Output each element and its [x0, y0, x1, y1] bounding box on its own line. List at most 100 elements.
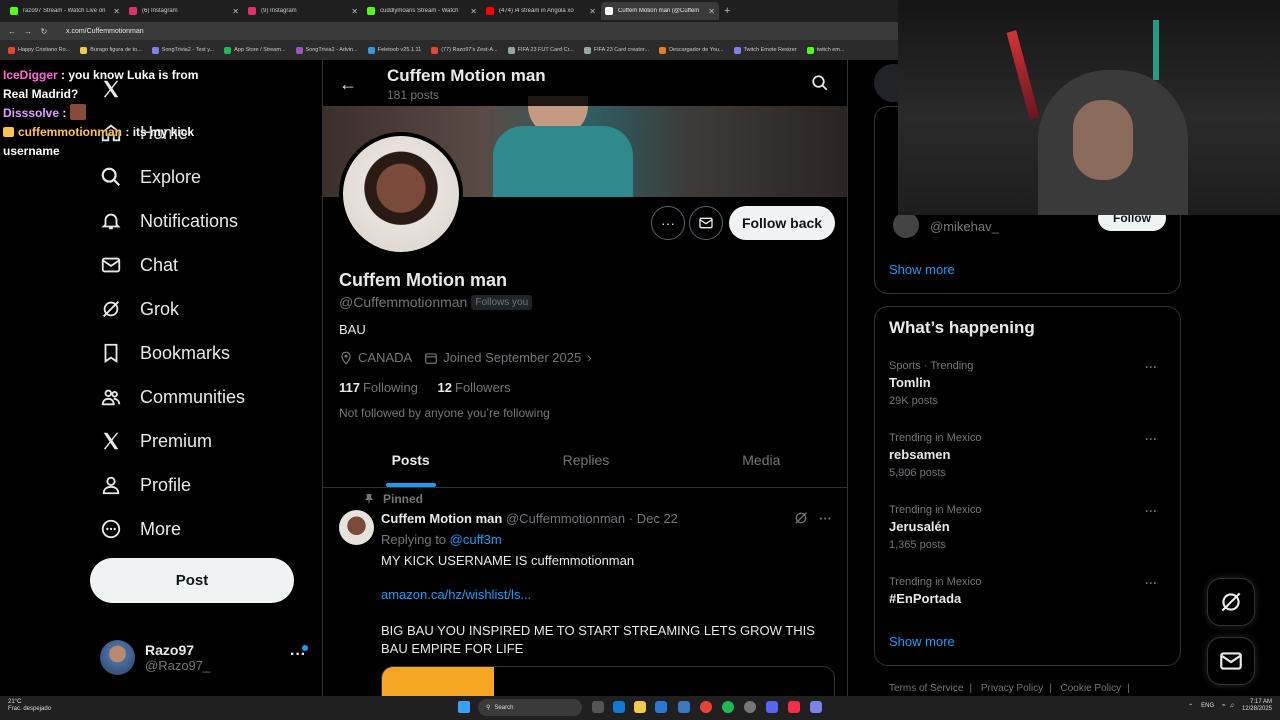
tab-posts[interactable]: Posts — [323, 432, 498, 487]
bookmark-item[interactable]: FIFA 23 Card creator... — [583, 46, 649, 54]
search-icon[interactable] — [811, 74, 829, 97]
discord-icon[interactable] — [766, 701, 778, 713]
suggested-user-handle[interactable]: @mikehav_ — [930, 219, 999, 234]
photos-icon[interactable] — [678, 701, 690, 713]
trend-item[interactable]: Trending in Mexico #EnPortada ··· — [889, 576, 1169, 606]
message-button[interactable] — [689, 206, 723, 240]
edge-icon[interactable] — [613, 701, 625, 713]
tweet-link[interactable]: amazon.ca/hz/wishlist/ls... — [381, 586, 831, 604]
bookmark-item[interactable]: Feletoob v25.1.11 — [367, 46, 421, 54]
browser-tab[interactable]: (9) Instagram ✕ — [244, 2, 362, 20]
nav-item-notifications[interactable]: Notifications — [100, 206, 238, 236]
tweet-more-icon[interactable]: ··· — [819, 511, 832, 526]
nav-item-communities[interactable]: Communities — [100, 382, 245, 412]
url-field[interactable]: x.com/Cuffemmotionman — [66, 28, 144, 35]
tweet-avatar[interactable] — [339, 510, 374, 545]
followers-link[interactable]: 12 Followers — [438, 380, 511, 395]
nav-item-bookmarks[interactable]: Bookmarks — [100, 338, 230, 368]
weather-widget[interactable]: 21°C Frac. despejado — [8, 699, 51, 713]
trend-item[interactable]: Trending in Mexico Jerusalén 1,365 posts ··… — [889, 504, 1169, 551]
music-icon[interactable] — [788, 701, 800, 713]
bookmark-item[interactable]: SongTrivia2 - Test y... — [151, 46, 214, 54]
bookmark-item[interactable]: (77) Razo97's Zest-A... — [431, 46, 498, 54]
browser-tab[interactable]: Cuffem Motion man (@Cuffem ✕ — [601, 2, 719, 20]
chevron-up-icon[interactable]: ⌃ — [1188, 703, 1193, 710]
close-icon[interactable]: ✕ — [113, 7, 120, 16]
volume-icon[interactable]: ♫ — [1229, 703, 1234, 709]
trend-item[interactable]: Sports · Trending Tomlin 29K posts ··· — [889, 360, 1169, 407]
file-explorer-icon[interactable] — [634, 701, 646, 713]
taskbar-search[interactable]: ⚲ Search — [478, 699, 582, 716]
messages-fab[interactable] — [1207, 637, 1255, 685]
task-view-icon[interactable] — [592, 701, 604, 713]
follow-back-button[interactable]: Follow back — [729, 206, 835, 240]
close-icon[interactable]: ✕ — [708, 7, 715, 16]
post-button[interactable]: Post — [90, 558, 294, 603]
show-more-link[interactable]: Show more — [889, 262, 955, 277]
new-tab-icon[interactable]: + — [724, 5, 730, 17]
show-more-trends-link[interactable]: Show more — [889, 634, 955, 649]
nav-item-chat[interactable]: Chat — [100, 250, 178, 280]
windows-start-icon[interactable] — [458, 701, 470, 713]
browser-tab[interactable]: (6) Instagram ✕ — [125, 2, 243, 20]
replying-mention[interactable]: @cuff3m — [450, 532, 502, 547]
trend-more-icon[interactable]: ··· — [1145, 432, 1157, 446]
teams-icon[interactable] — [810, 701, 822, 713]
store-icon[interactable] — [655, 701, 667, 713]
close-icon[interactable]: ✕ — [470, 7, 477, 16]
bookmark-item[interactable]: Happy Cristiano Ro... — [8, 46, 70, 54]
nav-item-premium[interactable]: Premium — [100, 426, 212, 456]
close-icon[interactable]: ✕ — [589, 7, 596, 16]
browser-tab[interactable]: cuddlymoans Stream - Watch ✕ — [363, 2, 481, 20]
back-arrow-icon[interactable]: ← — [6, 27, 18, 36]
account-switcher[interactable]: Razo97 @Razo97_ — [100, 640, 210, 675]
back-arrow-icon[interactable]: ← — [339, 74, 357, 95]
tweet-media[interactable] — [381, 666, 835, 696]
tweet-date[interactable]: Dec 22 — [637, 511, 678, 526]
bookmark-item[interactable]: Twitch Emote Resizer — [733, 46, 797, 54]
wifi-icon[interactable]: ≈ — [1222, 703, 1225, 709]
reload-icon[interactable]: ↻ — [38, 27, 50, 36]
tab-media[interactable]: Media — [674, 432, 847, 487]
nav-item-explore[interactable]: Explore — [100, 162, 201, 192]
clock[interactable]: 7:17 AM 12/28/2025 — [1242, 699, 1272, 713]
trend-more-icon[interactable]: ··· — [1145, 504, 1157, 518]
bookmark-item[interactable]: twitch em... — [806, 46, 845, 54]
profile-header-bar: ← Cuffem Motion man 181 posts — [323, 60, 847, 106]
terms-link[interactable]: Terms of Service — [889, 683, 963, 694]
language-indicator[interactable]: ENG — [1201, 703, 1214, 709]
bookmark-item[interactable]: Descargador de You... — [659, 46, 724, 54]
bookmark-item[interactable]: FIFA 23 FUT Card Cr... — [507, 46, 574, 54]
account-handle: @Razo97_ — [145, 658, 211, 673]
nav-item-grok[interactable]: Grok — [100, 294, 179, 324]
privacy-link[interactable]: Privacy Policy — [981, 683, 1043, 694]
browser-tab[interactable]: razo97 Stream - Watch Live on ✕ — [6, 2, 124, 20]
trend-more-icon[interactable]: ··· — [1145, 576, 1157, 590]
nav-item-profile[interactable]: Profile — [100, 470, 191, 500]
obs-icon[interactable] — [744, 701, 756, 713]
suggested-user-avatar[interactable] — [893, 212, 919, 238]
grok-icon[interactable] — [793, 510, 809, 526]
spotify-icon[interactable] — [722, 701, 734, 713]
profile-avatar[interactable] — [339, 132, 463, 256]
more-options-button[interactable]: ··· — [651, 206, 685, 240]
bookmark-item[interactable]: App Store / Stream... — [224, 46, 286, 54]
tweet-author-handle[interactable]: @Cuffemmotionman — [506, 511, 625, 526]
nav-item-more[interactable]: More — [100, 514, 181, 544]
trend-item[interactable]: Trending in Mexico rebsamen 5,906 posts ··· — [889, 432, 1169, 479]
tweet-author-name[interactable]: Cuffem Motion man — [381, 511, 502, 526]
chrome-icon[interactable] — [700, 701, 712, 713]
location: CANADA — [339, 350, 412, 365]
bookmark-item[interactable]: SongTrivia2 - Advin... — [295, 46, 358, 54]
browser-tab[interactable]: (474) i4 stream in Angola xo ✕ — [482, 2, 600, 20]
cookie-link[interactable]: Cookie Policy — [1061, 683, 1122, 694]
close-icon[interactable]: ✕ — [351, 7, 358, 16]
bookmark-item[interactable]: Burago figura de to... — [80, 46, 142, 54]
grok-fab[interactable] — [1207, 578, 1255, 626]
following-link[interactable]: 117 Following — [339, 380, 434, 395]
trend-more-icon[interactable]: ··· — [1145, 360, 1157, 374]
close-icon[interactable]: ✕ — [232, 7, 239, 16]
tab-replies[interactable]: Replies — [498, 432, 673, 487]
joined-date[interactable]: Joined September 2025 › — [424, 350, 592, 365]
forward-arrow-icon[interactable]: → — [22, 27, 34, 36]
